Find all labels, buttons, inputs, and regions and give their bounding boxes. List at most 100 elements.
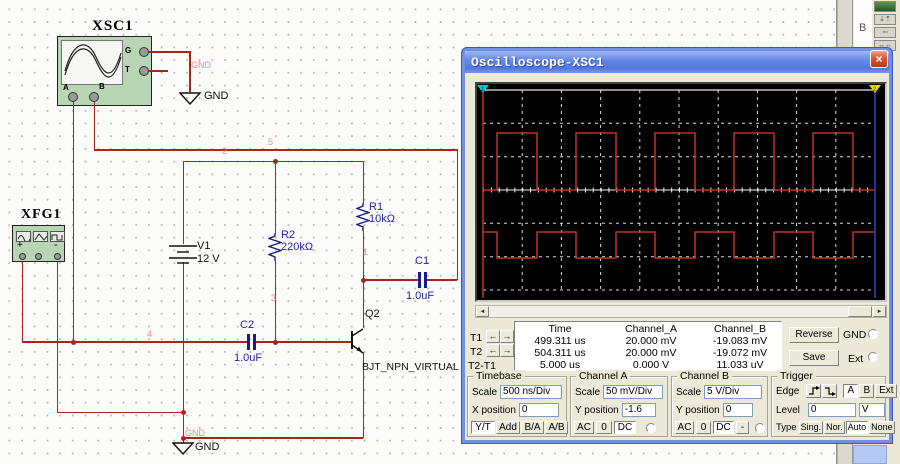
ground-symbol-top[interactable]: [179, 92, 202, 105]
save-button[interactable]: Save: [789, 350, 839, 366]
channel-b-ac-button[interactable]: AC: [675, 421, 694, 434]
stray-b-label: B: [859, 22, 866, 34]
channel-a-dc-button[interactable]: DC: [614, 421, 636, 434]
xsc1-terminal-a[interactable]: [68, 92, 78, 102]
resistor-r2-symbol[interactable]: [268, 233, 282, 261]
wire-collector: [363, 280, 365, 328]
readout-header-cha: Channel_A: [605, 323, 697, 335]
t2-label: T2: [470, 346, 482, 358]
v1-value-label: 12 V: [197, 253, 220, 265]
t2-left-arrow-button[interactable]: ←: [486, 344, 500, 357]
capacitor-c2-plate[interactable]: [253, 334, 256, 350]
channel-a-radio[interactable]: [646, 423, 656, 433]
channel-b-zero-button[interactable]: 0: [696, 421, 711, 434]
channel-b-title: Channel B: [677, 370, 732, 382]
channel-b-scale-input[interactable]: 5 V/Div: [704, 385, 762, 399]
toolbar-button-3[interactable]: ▫▫: [874, 27, 896, 38]
channel-b-minus-button[interactable]: -: [736, 421, 749, 434]
xsc1-terminal-t[interactable]: [139, 66, 149, 76]
q2-model-label: BJT_NPN_VIRTUAL: [362, 361, 459, 373]
trigger-type-nor-button[interactable]: Nor.: [824, 421, 845, 434]
trigger-type-none-button[interactable]: None: [869, 421, 895, 434]
t2-channel-b: -19.072 mV: [697, 347, 783, 359]
trigger-type-auto-button[interactable]: Auto: [846, 421, 869, 434]
trigger-level-unit[interactable]: V: [859, 403, 885, 417]
wire-output-v: [457, 150, 459, 280]
c2-ref-label: C2: [240, 319, 254, 331]
t1-channel-a: 20.000 mV: [605, 335, 697, 347]
oscilloscope-window: Oscilloscope-XSC1 ×: [462, 48, 892, 443]
channel-b-ypos-input[interactable]: 0: [723, 403, 753, 417]
r1-ref-label: R1: [369, 201, 383, 213]
channel-b-dc-button[interactable]: DC: [713, 421, 734, 434]
scrollbar-corner[interactable]: [853, 445, 887, 464]
capacitor-c1-plate[interactable]: [424, 272, 427, 288]
net-label-gnd-bottom: GND: [185, 428, 205, 438]
timebase-ab-button[interactable]: A/B: [545, 421, 568, 434]
ground-symbol-bottom[interactable]: [172, 442, 195, 455]
scope-hscrollbar[interactable]: ◄ ►: [475, 305, 887, 318]
timebase-ba-button[interactable]: B/A: [521, 421, 544, 434]
reverse-button[interactable]: Reverse: [789, 327, 839, 343]
close-button[interactable]: ×: [870, 50, 888, 68]
channel-a-ypos-input[interactable]: -1.6: [622, 403, 656, 417]
xsc1-terminal-b[interactable]: [89, 92, 99, 102]
xfg1-terminal-plus[interactable]: [19, 253, 26, 260]
trigger-source-a-button[interactable]: A: [843, 384, 858, 398]
channel-a-scale-input[interactable]: 50 mV/Div: [603, 385, 663, 399]
net-label-4: 4: [147, 329, 152, 339]
xsc1-label: XSC1: [92, 18, 134, 35]
capacitor-c1-plate[interactable]: [418, 272, 421, 288]
timebase-add-button[interactable]: Add: [496, 421, 520, 434]
channel-a-ac-button[interactable]: AC: [574, 421, 594, 434]
timebase-group: Timebase Scale 500 ns/Div X position 0 Y…: [467, 376, 567, 437]
timebase-yt-button[interactable]: Y/T: [471, 421, 495, 434]
junction: [361, 278, 366, 283]
net-label-2: 2: [222, 146, 227, 156]
trigger-source-ext-button[interactable]: Ext: [875, 384, 897, 398]
t1-left-arrow-button[interactable]: ←: [486, 330, 500, 343]
channel-a-ypos-label: Y position: [575, 405, 619, 416]
readout-table: Time Channel_A Channel_B 499.311 us 20.0…: [514, 321, 782, 371]
falling-edge-icon[interactable]: [822, 384, 837, 398]
wire-channel-a: [73, 102, 75, 342]
battery-v1-symbol[interactable]: [167, 242, 199, 266]
toolbar-button-1[interactable]: [874, 1, 896, 12]
gnd-bottom-label: GND: [195, 441, 219, 453]
multisim-workspace: XSC1 G T A B GND GND: [0, 0, 900, 464]
xfg1-label: XFG1: [21, 207, 62, 223]
wire-v1-top: [183, 161, 185, 244]
net-label-gnd-top: GND: [191, 60, 211, 70]
capacitor-c2-plate[interactable]: [247, 334, 250, 350]
t1-right-arrow-button[interactable]: →: [500, 330, 514, 343]
junction: [273, 340, 278, 345]
channel-b-radio[interactable]: [755, 423, 765, 433]
timebase-title: Timebase: [473, 370, 525, 382]
xfg1-terminal-minus[interactable]: [54, 253, 61, 260]
scroll-left-button[interactable]: ◄: [476, 306, 489, 317]
channel-a-zero-button[interactable]: 0: [596, 421, 612, 434]
rising-edge-icon[interactable]: [806, 384, 821, 398]
scrollbar-thumb[interactable]: [848, 306, 872, 317]
trigger-level-input[interactable]: 0: [808, 403, 856, 417]
timebase-scale-input[interactable]: 500 ns/Div: [500, 385, 562, 399]
trigger-gnd-radio[interactable]: [868, 329, 878, 339]
toolbar-button-2[interactable]: ⇣⇡: [874, 14, 896, 25]
xfg1-terminal-common[interactable]: [35, 253, 42, 260]
channel-b-ypos-label: Y position: [676, 405, 720, 416]
trigger-ext-radio[interactable]: [868, 352, 878, 362]
t2-right-arrow-button[interactable]: →: [500, 344, 514, 357]
wire-c1-left: [363, 279, 418, 281]
scroll-right-button[interactable]: ►: [873, 306, 886, 317]
resistor-r1-symbol[interactable]: [356, 203, 370, 231]
junction: [181, 410, 186, 415]
transistor-q2-symbol[interactable]: [338, 322, 372, 358]
window-titlebar[interactable]: Oscilloscope-XSC1: [465, 51, 889, 73]
trigger-source-b-button[interactable]: B: [859, 384, 874, 398]
xfg1-minus-label: -: [54, 239, 58, 251]
trigger-ext-label: Ext: [848, 353, 863, 365]
timebase-xpos-input[interactable]: 0: [519, 403, 559, 417]
trigger-type-sing-button[interactable]: Sing.: [799, 421, 824, 434]
c2-value-label: 1.0uF: [234, 352, 262, 364]
xsc1-terminal-g[interactable]: [139, 47, 149, 57]
